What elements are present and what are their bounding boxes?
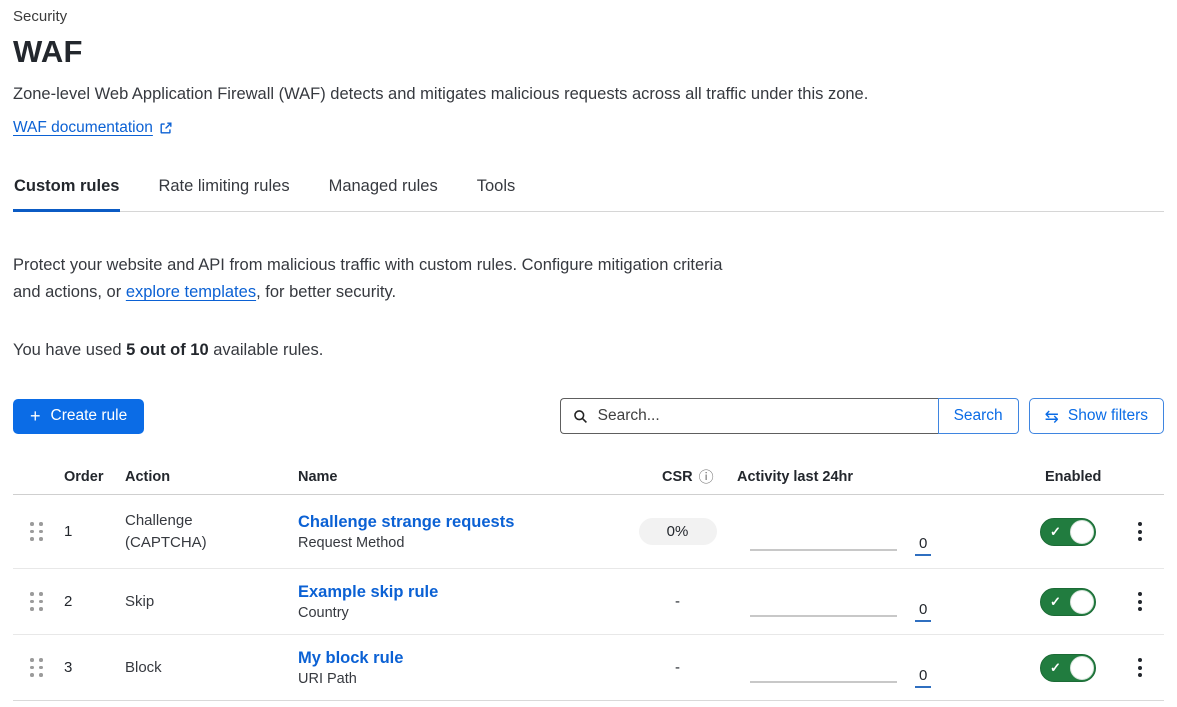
rule-name-link[interactable]: Example skip rule (298, 583, 630, 602)
toggle-check-icon: ✓ (1050, 660, 1061, 676)
plus-icon: + (30, 407, 41, 425)
drag-handle-icon[interactable] (30, 592, 43, 611)
rules-usage-summary: You have used 5 out of 10 available rule… (13, 341, 1164, 360)
rule-menu-cell (1115, 518, 1164, 545)
header-action: Action (120, 469, 298, 485)
rule-activity-cell: 0 (725, 495, 1030, 568)
toggle-knob (1070, 590, 1094, 614)
activity-count-link[interactable]: 0 (915, 667, 931, 688)
tab-tools[interactable]: Tools (476, 168, 517, 212)
drag-cell (13, 522, 56, 541)
rule-enabled-cell: ✓ (1030, 654, 1115, 682)
show-filters-label: Show filters (1068, 407, 1148, 425)
toggle-knob (1070, 656, 1094, 680)
kebab-menu-icon[interactable] (1128, 518, 1152, 545)
page-title: WAF (13, 34, 1164, 70)
header-order: Order (56, 469, 120, 485)
create-rule-label: Create rule (51, 407, 128, 425)
rule-csr-cell: - (630, 588, 725, 615)
toggle-check-icon: ✓ (1050, 524, 1061, 540)
tab-managed-rules[interactable]: Managed rules (328, 168, 439, 212)
rule-action: Skip (120, 591, 250, 613)
header-activity: Activity last 24hr (725, 469, 1030, 485)
rule-order: 2 (56, 593, 120, 610)
search-icon (573, 409, 588, 424)
create-rule-button[interactable]: + Create rule (13, 399, 144, 434)
csr-value: 0% (639, 518, 717, 545)
rule-name-link[interactable]: Challenge strange requests (298, 513, 630, 532)
info-icon[interactable]: ⓘ (699, 470, 714, 485)
toggle-check-icon: ✓ (1050, 594, 1061, 610)
rule-field: URI Path (298, 671, 630, 687)
rule-menu-cell (1115, 654, 1164, 681)
rules-toolbar: + Create rule Search ⇆ Show filt (13, 398, 1164, 434)
csr-value: - (675, 654, 680, 681)
table-row: 1 Challenge (CAPTCHA) Challenge strange … (13, 495, 1164, 568)
activity-count-link[interactable]: 0 (915, 535, 931, 556)
kebab-menu-icon[interactable] (1128, 654, 1152, 681)
enabled-toggle[interactable]: ✓ (1040, 518, 1096, 546)
search-box (560, 398, 938, 434)
custom-rules-intro: Protect your website and API from malici… (13, 252, 750, 306)
external-link-icon (159, 121, 173, 135)
header-name: Name (298, 469, 630, 485)
drag-cell (13, 658, 56, 677)
breadcrumb-security: Security (13, 8, 1164, 25)
csr-value: - (675, 588, 680, 615)
intro-text-after: , for better security. (256, 283, 396, 301)
search-input[interactable] (596, 406, 926, 426)
rule-activity-cell: 0 (725, 635, 1030, 700)
rule-action: Block (120, 657, 250, 679)
rule-order: 1 (56, 523, 120, 540)
rule-action: Challenge (CAPTCHA) (120, 510, 250, 554)
rule-name-cell: Challenge strange requests Request Metho… (298, 513, 630, 551)
table-body: 1 Challenge (CAPTCHA) Challenge strange … (13, 495, 1164, 700)
rule-menu-cell (1115, 588, 1164, 615)
header-csr: CSR ⓘ (630, 469, 725, 485)
waf-page: Security WAF Zone-level Web Application … (0, 0, 1177, 701)
search-group: Search (560, 398, 1019, 434)
rule-field: Request Method (298, 535, 630, 551)
rule-field: Country (298, 605, 630, 621)
drag-handle-icon[interactable] (30, 522, 43, 541)
rule-enabled-cell: ✓ (1030, 518, 1115, 546)
rule-name-cell: My block rule URI Path (298, 649, 630, 687)
table-row: 2 Skip Example skip rule Country - 0 ✓ (13, 568, 1164, 634)
table-row: 3 Block My block rule URI Path - 0 ✓ (13, 634, 1164, 700)
activity-sparkline (750, 615, 897, 617)
usage-prefix: You have used (13, 341, 126, 359)
activity-sparkline (750, 681, 897, 683)
usage-count: 5 out of 10 (126, 341, 209, 359)
rule-csr-cell: 0% (630, 518, 725, 545)
drag-cell (13, 592, 56, 611)
enabled-toggle[interactable]: ✓ (1040, 588, 1096, 616)
rule-name-link[interactable]: My block rule (298, 649, 630, 668)
rule-csr-cell: - (630, 654, 725, 681)
toggle-knob (1070, 520, 1094, 544)
show-filters-button[interactable]: ⇆ Show filters (1029, 398, 1164, 434)
activity-sparkline (750, 549, 897, 551)
explore-templates-link[interactable]: explore templates (126, 283, 256, 301)
activity-count-link[interactable]: 0 (915, 601, 931, 622)
rule-order: 3 (56, 659, 120, 676)
usage-suffix: available rules. (209, 341, 324, 359)
rule-enabled-cell: ✓ (1030, 588, 1115, 616)
filters-swap-icon: ⇆ (1045, 408, 1059, 425)
drag-handle-icon[interactable] (30, 658, 43, 677)
rules-table: Order Action Name CSR ⓘ Activity last 24… (13, 463, 1164, 701)
page-description: Zone-level Web Application Firewall (WAF… (13, 85, 1164, 104)
rule-activity-cell: 0 (725, 569, 1030, 634)
header-csr-label: CSR (662, 469, 693, 485)
tab-custom-rules[interactable]: Custom rules (13, 168, 120, 212)
table-header-row: Order Action Name CSR ⓘ Activity last 24… (13, 463, 1164, 495)
enabled-toggle[interactable]: ✓ (1040, 654, 1096, 682)
search-button[interactable]: Search (938, 398, 1019, 434)
rule-name-cell: Example skip rule Country (298, 583, 630, 621)
tab-bar: Custom rules Rate limiting rules Managed… (13, 168, 1164, 212)
waf-documentation-link[interactable]: WAF documentation (13, 119, 153, 137)
kebab-menu-icon[interactable] (1128, 588, 1152, 615)
header-enabled: Enabled (1030, 469, 1115, 485)
tab-rate-limiting-rules[interactable]: Rate limiting rules (157, 168, 290, 212)
